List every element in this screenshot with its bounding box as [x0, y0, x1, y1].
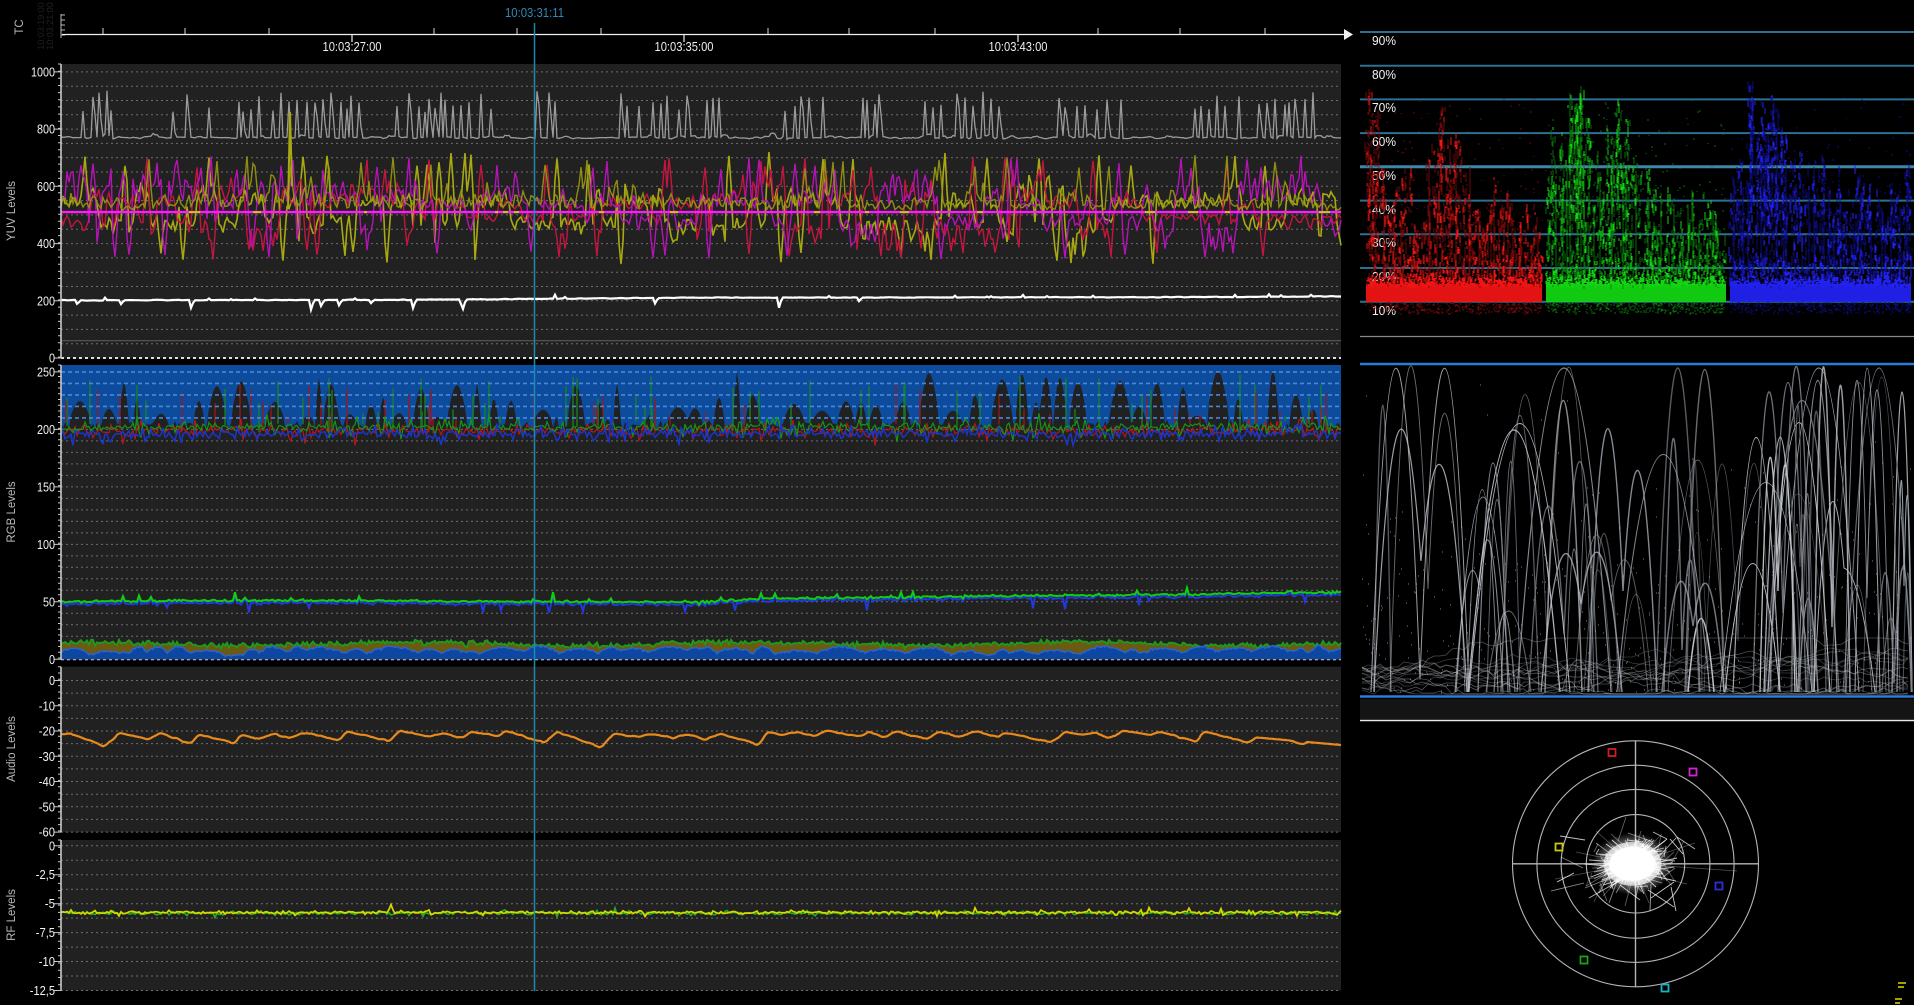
svg-text:-10: -10	[39, 954, 55, 969]
svg-text:10:03:21:00: 10:03:21:00	[45, 2, 55, 50]
svg-text:200: 200	[37, 422, 55, 437]
svg-text:90%: 90%	[1372, 33, 1396, 48]
svg-text:RF Levels: RF Levels	[6, 889, 18, 941]
svg-text:1000: 1000	[31, 64, 55, 79]
svg-text:-40: -40	[39, 774, 55, 789]
svg-text:10%: 10%	[1372, 303, 1396, 318]
svg-text:Audio Levels: Audio Levels	[6, 716, 18, 782]
svg-text:10:03:31:11: 10:03:31:11	[505, 5, 564, 20]
svg-text:0: 0	[49, 673, 55, 688]
svg-text:TC: TC	[14, 19, 26, 34]
svg-text:-20: -20	[39, 724, 55, 739]
svg-text:YUV Levels: YUV Levels	[6, 181, 18, 241]
svg-text:400: 400	[37, 236, 55, 251]
svg-text:0: 0	[49, 652, 55, 667]
svg-text:600: 600	[37, 179, 55, 194]
svg-text:-30: -30	[39, 749, 55, 764]
svg-text:800: 800	[37, 122, 55, 137]
svg-text:RGB Levels: RGB Levels	[6, 481, 18, 543]
svg-text:0: 0	[49, 838, 55, 853]
svg-text:0: 0	[49, 351, 55, 366]
svg-text:-5: -5	[45, 896, 55, 911]
svg-text:-12,5: -12,5	[30, 983, 55, 998]
svg-text:10:03:35:00: 10:03:35:00	[655, 39, 714, 54]
svg-text:10:03:43:00: 10:03:43:00	[989, 39, 1048, 54]
svg-text:60%: 60%	[1372, 134, 1396, 149]
svg-text:150: 150	[37, 479, 55, 494]
svg-text:200: 200	[37, 293, 55, 308]
svg-text:10:03:27:00: 10:03:27:00	[323, 39, 382, 54]
svg-text:-2,5: -2,5	[36, 867, 55, 882]
svg-text:250: 250	[37, 364, 55, 379]
svg-text:70%: 70%	[1372, 100, 1396, 115]
svg-text:-50: -50	[39, 799, 55, 814]
svg-text:-10: -10	[39, 698, 55, 713]
svg-text:50: 50	[43, 594, 55, 609]
svg-text:100: 100	[37, 537, 55, 552]
svg-text:-7,5: -7,5	[36, 925, 55, 940]
svg-text:80%: 80%	[1372, 67, 1396, 82]
